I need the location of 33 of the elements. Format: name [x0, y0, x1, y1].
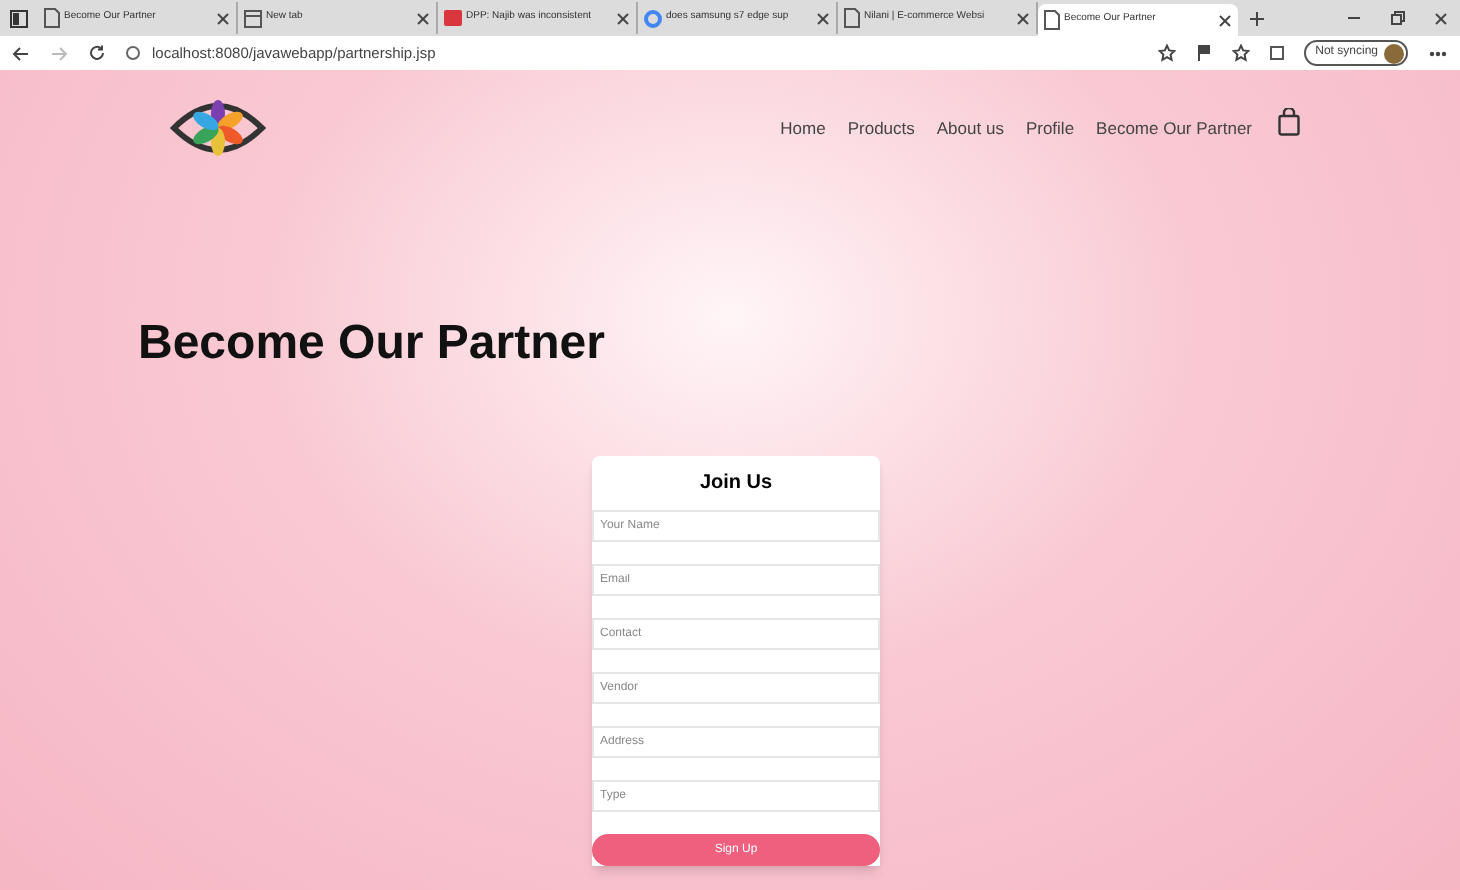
restore-icon[interactable]: [1390, 10, 1406, 26]
close-icon[interactable]: [416, 11, 430, 25]
info-icon: [126, 46, 140, 60]
page-icon: [844, 8, 860, 28]
flag-icon[interactable]: [1195, 44, 1212, 62]
reload-icon[interactable]: [88, 44, 106, 62]
nav-link[interactable]: Profile: [1025, 115, 1075, 141]
close-icon[interactable]: [616, 11, 630, 25]
new-tab-icon: [244, 9, 262, 27]
collections-icon[interactable]: [1269, 46, 1284, 60]
nav-link[interactable]: Become Our Partner: [1096, 115, 1252, 141]
back-icon[interactable]: [12, 45, 30, 61]
nav-link[interactable]: Home: [780, 115, 826, 141]
close-icon[interactable]: [1016, 11, 1030, 25]
search-engine-icon: [644, 9, 662, 27]
star-icon[interactable]: [1231, 44, 1250, 62]
nav-link[interactable]: Products: [847, 115, 915, 141]
news-icon: [444, 10, 462, 26]
page-icon: [1044, 10, 1060, 30]
more-icon[interactable]: [1428, 49, 1448, 57]
avatar-icon: [1384, 43, 1404, 63]
shopping-bag-icon[interactable]: [1278, 108, 1300, 136]
page-heading: Become Our Partner: [138, 314, 607, 374]
close-window-icon[interactable]: [1434, 11, 1448, 25]
new-tab-icon[interactable]: [1248, 9, 1266, 27]
star-icon[interactable]: [1157, 44, 1176, 62]
nav-link[interactable]: About us: [936, 115, 1004, 141]
tab-actions-icon[interactable]: [10, 9, 28, 27]
page-icon: [44, 8, 60, 28]
close-icon[interactable]: [816, 11, 830, 25]
form-title: Join Us: [697, 470, 775, 498]
close-icon[interactable]: [1218, 13, 1232, 27]
close-icon[interactable]: [216, 11, 230, 25]
